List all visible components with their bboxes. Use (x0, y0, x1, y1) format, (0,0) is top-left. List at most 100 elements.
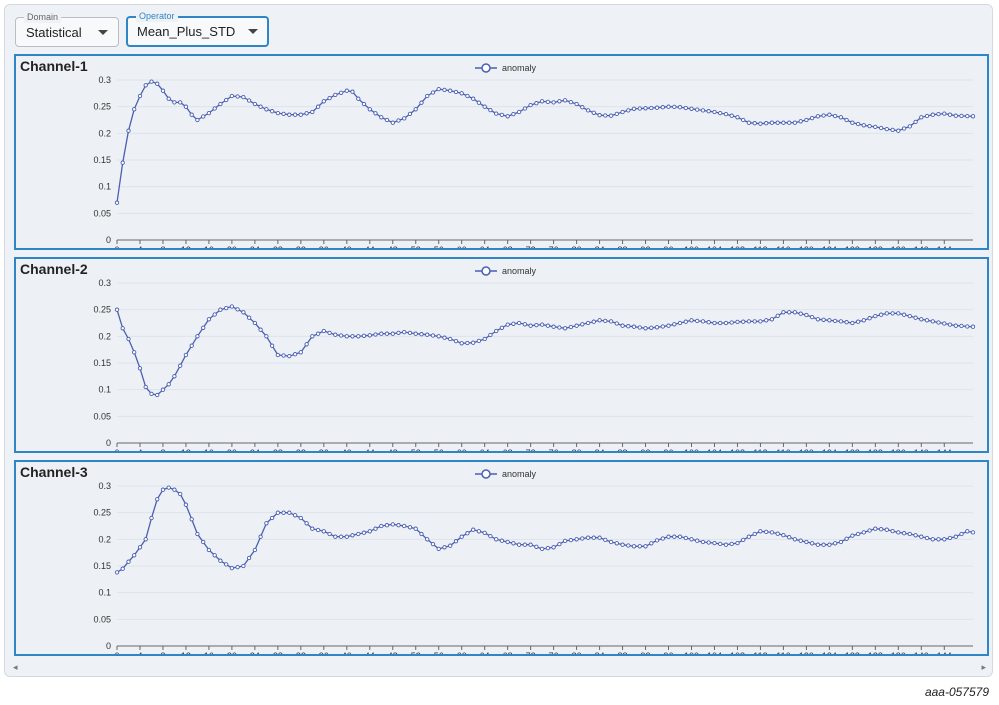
data-point (608, 319, 614, 324)
data-point (873, 124, 878, 130)
data-point (189, 517, 194, 522)
data-point (855, 121, 861, 127)
x-tick-label: 92 (641, 651, 651, 654)
x-tick-label: 60 (457, 245, 467, 248)
data-point (201, 539, 206, 545)
x-tick-label: 140 (914, 651, 929, 654)
data-point (379, 331, 384, 336)
x-tick-label: 104 (707, 651, 722, 654)
y-tick-label: 0.1 (98, 588, 111, 598)
data-point (787, 535, 792, 540)
data-point (614, 321, 619, 326)
data-point (264, 107, 269, 112)
data-point (930, 537, 935, 542)
data-point (608, 113, 614, 118)
data-point (448, 543, 453, 548)
data-point (321, 99, 326, 104)
data-point (183, 502, 189, 507)
data-point (241, 94, 246, 100)
data-point (758, 121, 763, 126)
data-point (752, 319, 757, 324)
scroll-left-icon[interactable]: ◂ (13, 662, 18, 673)
x-tick-label: 40 (342, 651, 352, 654)
x-tick-label: 72 (526, 448, 536, 451)
data-point (741, 117, 746, 123)
data-point (850, 533, 855, 538)
data-point (471, 527, 476, 532)
data-point (413, 107, 418, 112)
data-point (350, 89, 355, 94)
data-point (821, 113, 826, 118)
x-tick-label: 88 (618, 245, 628, 248)
data-point (281, 111, 286, 117)
data-point (275, 352, 281, 358)
data-point (718, 320, 723, 326)
data-point (798, 119, 803, 124)
x-tick-label: 40 (342, 448, 352, 451)
data-point (488, 533, 493, 539)
horizontal-scrollbar[interactable]: ◂ ▸ (11, 661, 988, 675)
x-tick-label: 32 (296, 651, 306, 654)
data-point (603, 537, 608, 543)
y-tick-label: 0.15 (93, 155, 111, 165)
domain-select[interactable]: Domain Statistical (15, 11, 119, 47)
x-tick-label: 16 (204, 448, 214, 451)
data-point (488, 332, 493, 338)
x-tick-label: 108 (730, 245, 745, 248)
legend-marker (481, 63, 491, 73)
data-point (798, 538, 803, 543)
data-point (166, 382, 171, 387)
data-point (660, 324, 665, 329)
data-point (298, 515, 303, 521)
data-point (333, 92, 338, 98)
data-point (890, 528, 895, 534)
x-tick-label: 144 (937, 245, 952, 248)
data-point (654, 325, 660, 330)
data-point (907, 531, 912, 537)
x-tick-label: 76 (549, 245, 559, 248)
data-point (815, 317, 821, 322)
operator-select[interactable]: Operator Mean_Plus_STD (126, 10, 269, 47)
data-point (419, 332, 424, 337)
x-tick-label: 112 (753, 448, 767, 451)
data-point (367, 333, 372, 338)
x-tick-label: 116 (776, 245, 790, 248)
data-point (224, 97, 229, 103)
data-point (545, 99, 551, 105)
data-point (821, 542, 826, 547)
x-tick-label: 80 (572, 448, 582, 451)
data-point (706, 540, 711, 545)
x-tick-label: 84 (595, 448, 605, 451)
data-point (361, 101, 367, 107)
data-point (781, 120, 786, 125)
data-point (442, 545, 447, 550)
channel-3-chart: 00.050.10.150.20.250.3048121620242832364… (93, 469, 976, 654)
data-point (838, 115, 844, 120)
data-point (735, 319, 740, 325)
data-point (195, 117, 200, 123)
data-point (953, 534, 958, 539)
x-tick-label: 72 (526, 245, 536, 248)
y-tick-label: 0.1 (98, 385, 111, 395)
x-tick-label: 124 (822, 245, 837, 248)
data-point (896, 128, 901, 133)
data-point (229, 93, 235, 99)
scroll-right-icon[interactable]: ▸ (981, 662, 986, 673)
data-point (436, 334, 441, 339)
data-point (166, 485, 171, 490)
data-point (471, 340, 476, 345)
x-tick-label: 144 (937, 448, 952, 451)
data-point (712, 540, 717, 546)
data-point (137, 93, 143, 99)
data-point (787, 310, 792, 315)
data-point (781, 310, 786, 315)
x-tick-label: 20 (227, 651, 237, 654)
x-tick-label: 116 (776, 651, 790, 654)
data-point (396, 330, 401, 336)
data-point (126, 336, 131, 342)
data-point (499, 325, 505, 330)
x-tick-label: 144 (937, 651, 952, 654)
x-tick-label: 72 (526, 651, 536, 654)
data-point (246, 315, 252, 320)
data-point (672, 534, 677, 539)
